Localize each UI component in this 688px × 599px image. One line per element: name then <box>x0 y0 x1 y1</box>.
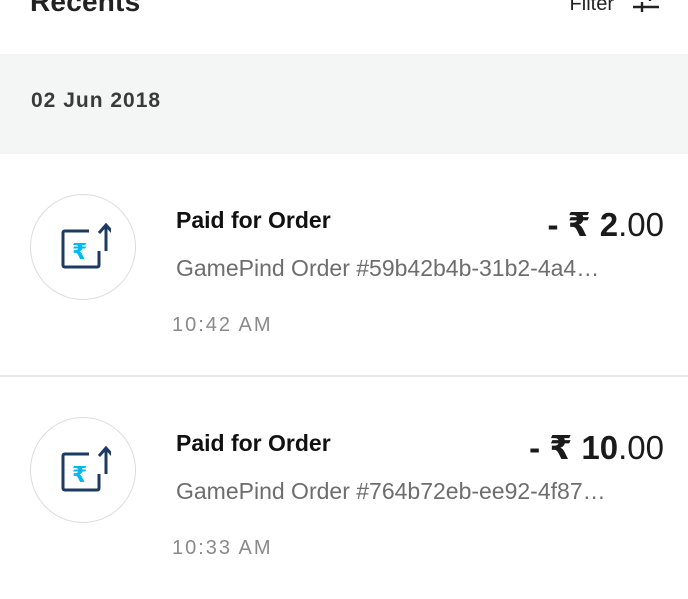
transaction-avatar: ₹ <box>30 417 136 523</box>
transaction-description: GamePind Order #764b72eb-ee92-4f87… <box>176 478 606 504</box>
transaction-time: 10:42 AM <box>172 314 273 336</box>
transaction-row[interactable]: ₹ Paid for Order - ₹ 10.00 GamePind Orde… <box>0 377 688 599</box>
transaction-time: 10:33 AM <box>172 537 273 559</box>
amount-sign: - ₹ <box>547 206 600 243</box>
svg-text:₹: ₹ <box>72 240 87 265</box>
filter-label: Filter <box>569 0 614 15</box>
amount-major: 10 <box>581 429 619 466</box>
transaction-amount: - ₹ 10.00 <box>529 428 664 467</box>
amount-minor: .00 <box>618 206 664 243</box>
date-group-label: 02 Jun 2018 <box>31 89 162 112</box>
transaction-title: Paid for Order <box>176 207 331 233</box>
header: Recents Filter <box>0 0 688 54</box>
transaction-avatar: ₹ <box>30 194 136 300</box>
transaction-title: Paid for Order <box>176 430 331 456</box>
amount-minor: .00 <box>618 429 664 466</box>
sliders-icon <box>632 0 660 16</box>
filter-button[interactable]: Filter <box>570 0 660 18</box>
transaction-row[interactable]: ₹ Paid for Order - ₹ 2.00 GamePind Order… <box>0 154 688 376</box>
page-title: Recents <box>30 0 141 17</box>
amount-sign: - ₹ <box>529 429 582 466</box>
transaction-description: GamePind Order #59b42b4b-31b2-4a4… <box>176 255 600 281</box>
amount-major: 2 <box>599 206 619 243</box>
svg-text:₹: ₹ <box>72 463 87 488</box>
transaction-amount: - ₹ 2.00 <box>547 205 664 244</box>
